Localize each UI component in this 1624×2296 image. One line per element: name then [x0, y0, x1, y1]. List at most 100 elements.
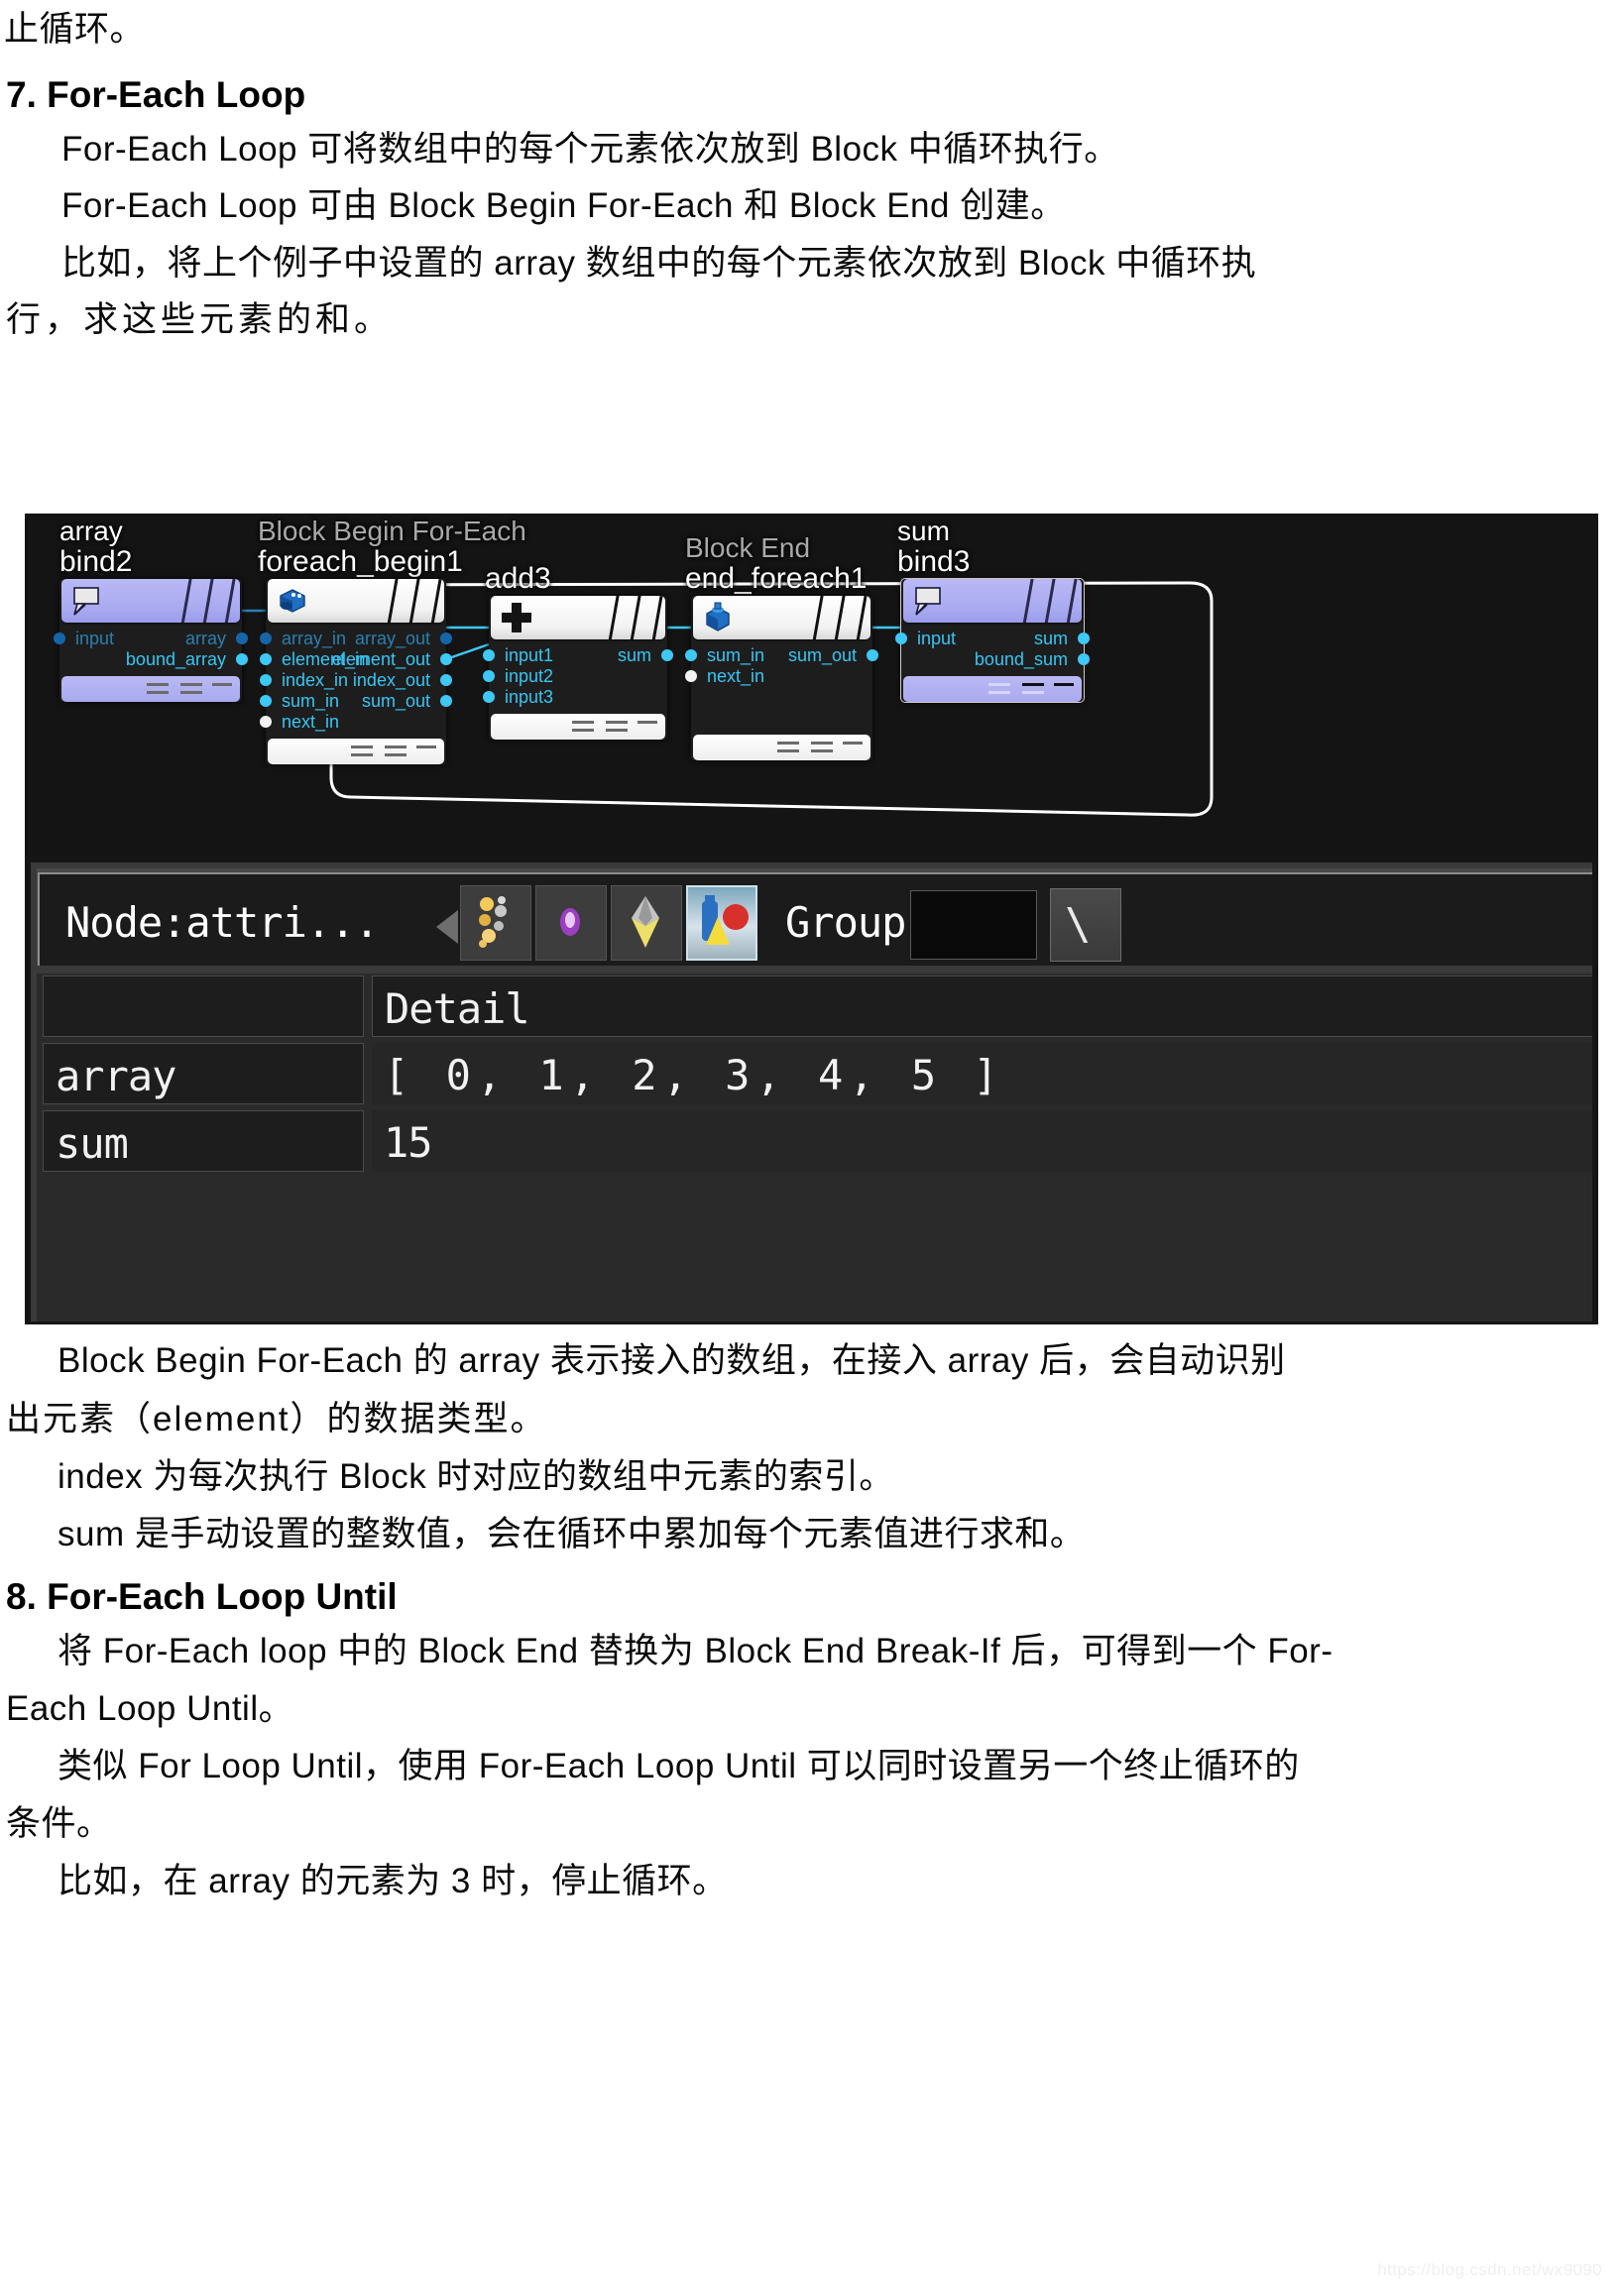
port-row: element_in element_out: [260, 649, 452, 670]
toolbar-overflow-label: \: [1065, 899, 1092, 950]
port-label-sum: sum: [617, 645, 651, 665]
port-row: bound_sum: [901, 649, 1090, 670]
node-foreach-begin1-footer: [268, 739, 444, 764]
port-dot-array-out[interactable]: [440, 632, 452, 644]
node-bind2-ports: input array bound_array: [54, 625, 248, 674]
port-row: next_in: [260, 712, 446, 733]
toolbar-button-diamond[interactable]: [611, 885, 682, 961]
port-dot-sum[interactable]: [1078, 632, 1090, 644]
port-dot-element-out[interactable]: [440, 653, 452, 665]
toolbar-overflow-button[interactable]: \: [1050, 888, 1121, 962]
node-add3[interactable]: add3 input1 sum input2 input3: [483, 563, 673, 742]
node-foreach-begin1-name: foreach_begin1: [258, 545, 463, 578]
footer-marks: [988, 683, 1074, 695]
node-end-foreach1-header: [693, 596, 870, 639]
node-bind3[interactable]: sum bind3 input sum bound_sum: [895, 517, 1090, 704]
port-label-index-out: index_out: [352, 670, 430, 690]
port-label-sum-in: sum_in: [707, 645, 765, 665]
node-bind2-type: array: [59, 516, 123, 546]
node-add3-header: [491, 596, 665, 639]
port-dot-sum-in[interactable]: [685, 649, 697, 661]
node-end-foreach1-body[interactable]: sum_in sum_out next_in: [685, 596, 878, 760]
toolbar-button-gem[interactable]: [535, 885, 607, 961]
node-foreach-begin1-type: Block Begin For-Each: [258, 516, 526, 546]
detail-table: Detail array [ 0, 1, 2, 3, 4, 5 ] sum 15: [37, 974, 1592, 1321]
port-dot-index-in[interactable]: [260, 674, 272, 686]
node-bind2-body[interactable]: input array bound_array: [54, 579, 248, 702]
port-row: index_in index_out: [260, 670, 452, 691]
section7-after-paragraph-4: sum 是手动设置的整数值，会在循环中累加每个元素值进行求和。: [58, 1515, 1086, 1553]
port-dot-array[interactable]: [236, 632, 248, 644]
node-foreach-begin1[interactable]: Block Begin For-Each foreach_begin1 arra…: [258, 517, 526, 766]
node-end-foreach1[interactable]: Block End end_foreach1 sum_in sum_out ne…: [685, 533, 878, 762]
port-label-input3: input3: [505, 687, 554, 707]
table-header-detail-label: Detail: [385, 984, 530, 1033]
node-add3-ports: input1 sum input2 input3: [483, 641, 673, 712]
table-key-array: array: [56, 1052, 176, 1100]
port-dot-index-out[interactable]: [440, 674, 452, 686]
port-dot-next-in[interactable]: [260, 716, 272, 728]
node-bind2-header: [61, 579, 240, 623]
node-bind3-name: bind3: [897, 545, 971, 578]
port-row: sum_in sum_out: [685, 645, 878, 666]
port-dot-sum-out[interactable]: [440, 695, 452, 707]
section7-after-paragraph-2: 出元素（element）的数据类型。: [6, 1400, 547, 1438]
port-dot-bound-array[interactable]: [236, 653, 248, 665]
port-dot-input[interactable]: [54, 632, 65, 644]
table-row[interactable]: array [ 0, 1, 2, 3, 4, 5 ]: [37, 1041, 1592, 1108]
toolbar-button-paint[interactable]: [686, 885, 757, 961]
node-end-foreach1-ports: sum_in sum_out next_in: [685, 641, 878, 691]
node-graph-viewport[interactable]: array bind2 input array bound_array Bloc…: [25, 514, 1598, 856]
port-label-array-in: array_in: [282, 629, 347, 648]
port-label-next-in: next_in: [707, 666, 765, 686]
port-row: input array: [54, 629, 248, 649]
node-bind3-header: [903, 579, 1082, 623]
port-dot-input[interactable]: [895, 632, 907, 644]
node-end-foreach1-footer: [693, 735, 870, 760]
footer-marks: [572, 721, 657, 733]
callout-bubble-icon: [69, 584, 103, 618]
houdini-screenshot: array bind2 input array bound_array Bloc…: [25, 514, 1598, 1324]
group-input[interactable]: [910, 890, 1037, 960]
port-label-array: array: [184, 629, 226, 648]
table-header-cell-blank: [43, 976, 364, 1037]
particles-icon: [461, 896, 528, 962]
port-label-next-in: next_in: [282, 712, 340, 732]
port-dot-array-in[interactable]: [260, 632, 272, 644]
port-dot-sum-in[interactable]: [260, 695, 272, 707]
section8-paragraph-4: 条件。: [6, 1804, 112, 1843]
section8-paragraph-1: 将 For-Each loop 中的 Block End 替换为 Block E…: [58, 1632, 1334, 1670]
table-cell-key-sum: sum: [43, 1110, 364, 1172]
node-bind3-title: sum bind3: [897, 517, 971, 578]
port-row: input sum: [895, 629, 1090, 649]
collapse-left-arrow-icon[interactable]: [436, 910, 458, 944]
parameter-toolbar-inner: Node:attri... Group: \: [38, 872, 1592, 966]
port-dot-next-in[interactable]: [685, 670, 697, 682]
toolbar-button-particles[interactable]: [460, 885, 531, 961]
table-cell-key-array: array: [43, 1043, 364, 1104]
port-label-sum: sum: [1033, 629, 1068, 648]
port-dot-bound-sum[interactable]: [1078, 653, 1090, 665]
port-dot-sum-out[interactable]: [867, 649, 878, 661]
port-label-array-out: array_out: [354, 629, 430, 648]
port-dot-input1[interactable]: [483, 649, 495, 661]
port-label-element-out: element_out: [331, 649, 430, 669]
port-dot-input3[interactable]: [483, 691, 495, 703]
port-dot-input2[interactable]: [483, 670, 495, 682]
node-add3-name: add3: [485, 562, 551, 595]
table-row[interactable]: sum 15: [37, 1108, 1592, 1176]
node-bind2-name: bind2: [59, 545, 133, 578]
node-bind3-body[interactable]: input sum bound_sum: [895, 578, 1090, 703]
footer-marks: [351, 746, 436, 757]
node-add3-body[interactable]: input1 sum input2 input3: [483, 596, 673, 740]
node-foreach-begin1-body[interactable]: array_in array_out element_in element_ou…: [260, 579, 452, 764]
footer-marks: [147, 683, 232, 695]
port-dot-sum[interactable]: [661, 649, 673, 661]
blue-block-begin-icon: [276, 584, 309, 618]
table-header-row: Detail: [37, 974, 1592, 1041]
port-dot-element-in[interactable]: [260, 653, 272, 665]
node-bind2[interactable]: array bind2 input array bound_array: [54, 517, 248, 704]
port-label-input: input: [75, 629, 115, 648]
table-cell-value-sum: 15: [372, 1110, 1592, 1172]
table-cell-value-array: [ 0, 1, 2, 3, 4, 5 ]: [372, 1043, 1592, 1104]
